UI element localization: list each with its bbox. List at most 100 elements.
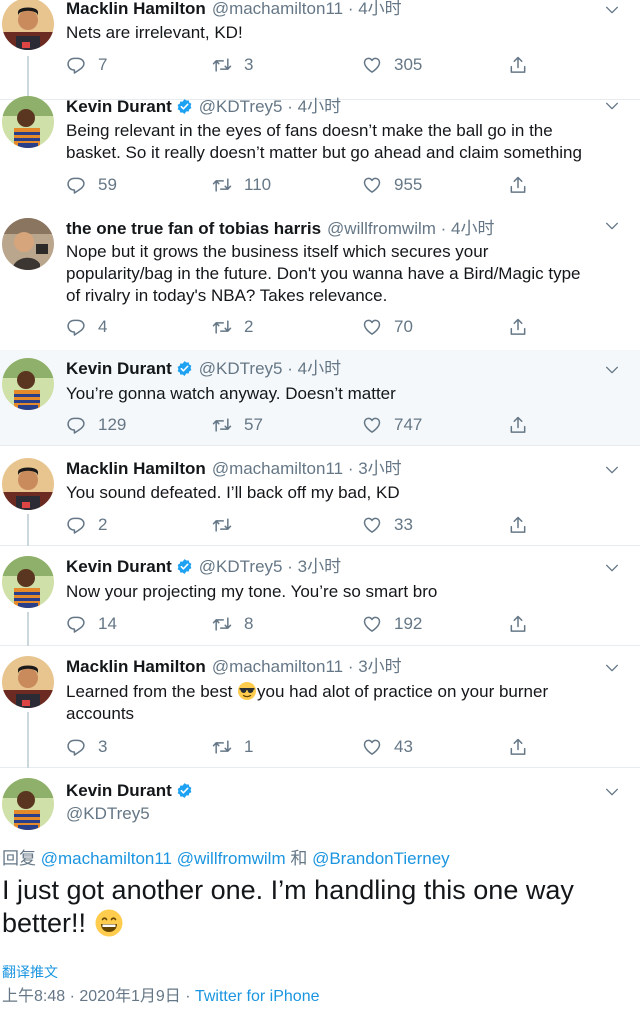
avatar[interactable] bbox=[2, 778, 54, 830]
timestamp[interactable]: 上午8:48 · 2020年1月9日 · bbox=[2, 988, 191, 1005]
author-name[interactable]: Kevin Durant bbox=[66, 359, 172, 378]
author-handle[interactable]: @machamilton11 bbox=[212, 657, 343, 676]
reply-button[interactable]: 2 bbox=[66, 514, 107, 536]
reply-button[interactable]: 3 bbox=[66, 736, 107, 758]
author-name[interactable]: the one true fan of tobias harris bbox=[66, 219, 321, 238]
author-handle[interactable]: @KDTrey5 bbox=[199, 557, 283, 576]
caret-down-icon[interactable] bbox=[604, 98, 620, 114]
retweet-button[interactable]: 2 bbox=[212, 316, 253, 338]
main-tweet: Kevin Durant @KDTrey5 回复 @machamilton11 … bbox=[0, 768, 640, 1021]
share-icon bbox=[508, 317, 528, 337]
retweet-button[interactable]: 8 bbox=[212, 613, 253, 635]
author-handle[interactable]: @KDTrey5 bbox=[199, 97, 283, 116]
retweet-button[interactable]: 1 bbox=[212, 736, 253, 758]
author-name[interactable]: Kevin Durant bbox=[66, 97, 172, 116]
caret-down-icon[interactable] bbox=[604, 660, 620, 676]
share-icon bbox=[508, 614, 528, 634]
verified-icon bbox=[176, 558, 193, 575]
share-button[interactable] bbox=[508, 613, 540, 635]
tweet-actions: 3 1 43 bbox=[66, 736, 536, 758]
verified-icon bbox=[176, 98, 193, 115]
share-button[interactable] bbox=[508, 414, 540, 436]
mention-link[interactable]: @machamilton11 bbox=[41, 849, 172, 868]
like-button[interactable]: 747 bbox=[362, 414, 422, 436]
retweet-button[interactable]: 110 bbox=[212, 174, 271, 196]
tweet[interactable]: the one true fan of tobias harris @willfr… bbox=[0, 216, 640, 350]
share-button[interactable] bbox=[508, 54, 540, 76]
caret-down-icon[interactable] bbox=[604, 784, 620, 800]
caret-down-icon[interactable] bbox=[604, 2, 620, 18]
thread-line bbox=[27, 514, 29, 546]
avatar[interactable] bbox=[2, 656, 54, 708]
author-handle[interactable]: @KDTrey5 bbox=[66, 804, 150, 824]
retweet-button[interactable]: 3 bbox=[212, 54, 253, 76]
mention-link[interactable]: @BrandonTierney bbox=[312, 849, 450, 868]
tweet-time[interactable]: 4小时 bbox=[298, 359, 341, 378]
author-name[interactable]: Kevin Durant bbox=[66, 557, 172, 576]
like-button[interactable]: 305 bbox=[362, 54, 422, 76]
author-name[interactable]: Kevin Durant bbox=[66, 781, 172, 800]
like-button[interactable]: 33 bbox=[362, 514, 413, 536]
tweet-actions: 59 110 955 bbox=[66, 174, 536, 196]
author-handle[interactable]: @machamilton11 bbox=[212, 459, 343, 478]
caret-down-icon[interactable] bbox=[604, 462, 620, 478]
tweet[interactable]: Kevin Durant @KDTrey5 · 4小时 Being relevan… bbox=[0, 96, 640, 216]
tweet[interactable]: Kevin Durant @KDTrey5 · 3小时 Now your proj… bbox=[0, 546, 640, 646]
tweet-time[interactable]: 3小时 bbox=[298, 557, 341, 576]
tweet[interactable]: Macklin Hamilton @machamilton11 · 3小时 Lea… bbox=[0, 646, 640, 768]
reply-icon bbox=[66, 55, 86, 75]
thread-line bbox=[27, 56, 29, 100]
author-name[interactable]: Macklin Hamilton bbox=[66, 459, 206, 478]
avatar[interactable] bbox=[2, 358, 54, 410]
reply-button[interactable]: 14 bbox=[66, 613, 117, 635]
tweet[interactable]: Kevin Durant @KDTrey5 · 4小时 You’re gonna … bbox=[0, 350, 640, 446]
author-handle[interactable]: @willfromwilm bbox=[327, 219, 436, 238]
reply-button[interactable]: 4 bbox=[66, 316, 107, 338]
reply-icon bbox=[66, 317, 86, 337]
share-button[interactable] bbox=[508, 736, 540, 758]
tweet-time[interactable]: 4小时 bbox=[298, 97, 341, 116]
thread-line bbox=[27, 712, 29, 768]
like-button[interactable]: 43 bbox=[362, 736, 413, 758]
tweet-time[interactable]: 4小时 bbox=[451, 219, 494, 238]
avatar[interactable] bbox=[2, 0, 54, 50]
tweet-actions: 7 3 305 bbox=[66, 54, 536, 76]
tweet-time[interactable]: 3小时 bbox=[358, 459, 401, 478]
reply-button[interactable]: 129 bbox=[66, 414, 126, 436]
like-icon bbox=[362, 515, 382, 535]
tweet-text: You sound defeated. I’ll back off my bad… bbox=[66, 483, 400, 502]
caret-down-icon[interactable] bbox=[604, 560, 620, 576]
caret-down-icon[interactable] bbox=[604, 362, 620, 378]
mention-link[interactable]: @willfromwilm bbox=[177, 849, 286, 868]
like-icon bbox=[362, 317, 382, 337]
avatar[interactable] bbox=[2, 96, 54, 148]
sunglasses-emoji bbox=[238, 682, 257, 700]
share-icon bbox=[508, 415, 528, 435]
author-name[interactable]: Macklin Hamilton bbox=[66, 0, 206, 18]
author-handle[interactable]: @machamilton11 bbox=[212, 0, 343, 18]
reply-button[interactable]: 7 bbox=[66, 54, 107, 76]
tweet[interactable]: Macklin Hamilton @machamilton11 · 3小时 You… bbox=[0, 446, 640, 546]
author-handle[interactable]: @KDTrey5 bbox=[199, 359, 283, 378]
avatar[interactable] bbox=[2, 556, 54, 608]
tweet-time[interactable]: 3小时 bbox=[358, 657, 401, 676]
like-button[interactable]: 70 bbox=[362, 316, 413, 338]
share-button[interactable] bbox=[508, 316, 540, 338]
reply-button[interactable]: 59 bbox=[66, 174, 117, 196]
source-link[interactable]: Twitter for iPhone bbox=[195, 988, 320, 1005]
avatar[interactable] bbox=[2, 218, 54, 270]
caret-down-icon[interactable] bbox=[604, 218, 620, 234]
like-button[interactable]: 192 bbox=[362, 613, 422, 635]
tweet-time[interactable]: 4小时 bbox=[358, 0, 401, 18]
avatar[interactable] bbox=[2, 458, 54, 510]
translate-link[interactable]: 翻译推文 bbox=[2, 962, 58, 982]
share-button[interactable] bbox=[508, 174, 540, 196]
retweet-icon bbox=[212, 317, 232, 337]
author-name[interactable]: Macklin Hamilton bbox=[66, 657, 206, 676]
retweet-button[interactable]: 57 bbox=[212, 414, 263, 436]
tweet[interactable]: Macklin Hamilton @machamilton11 · 4小时 Net… bbox=[0, 0, 640, 100]
share-button[interactable] bbox=[508, 514, 540, 536]
like-icon bbox=[362, 737, 382, 757]
like-button[interactable]: 955 bbox=[362, 174, 422, 196]
retweet-button[interactable] bbox=[212, 514, 244, 536]
